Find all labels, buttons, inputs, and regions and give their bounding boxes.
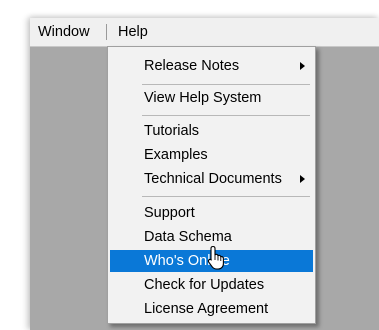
menu-item-view-help-system[interactable]: View Help System xyxy=(110,87,313,109)
menu-item-label: Examples xyxy=(144,147,208,163)
menu-item-tutorials[interactable]: Tutorials xyxy=(110,120,313,142)
menu-help[interactable]: Help xyxy=(113,22,154,42)
chevron-right-icon xyxy=(300,62,305,70)
menubar: Window Help xyxy=(30,18,379,47)
chevron-right-icon xyxy=(300,175,305,183)
menu-item-label: Check for Updates xyxy=(144,277,265,293)
menu-item-examples[interactable]: Examples xyxy=(110,144,313,166)
menu-item-label: Tutorials xyxy=(144,123,200,139)
menu-item-release-notes[interactable]: Release Notes xyxy=(110,55,313,77)
menu-item-label: Support xyxy=(144,205,195,221)
menu-item-support[interactable]: Support xyxy=(110,202,313,224)
menu-item-check-for-updates[interactable]: Check for Updates xyxy=(110,274,313,296)
menu-separator xyxy=(142,84,310,85)
application-window: Window Help Release Notes View Help Syst… xyxy=(30,18,379,330)
menu-item-technical-documents[interactable]: Technical Documents xyxy=(110,168,313,190)
help-dropdown-menu: Release Notes View Help System Tutorials… xyxy=(107,46,316,324)
menu-item-label: License Agreement xyxy=(144,301,269,317)
menu-item-label: Release Notes xyxy=(144,58,240,74)
menu-item-license-agreement[interactable]: License Agreement xyxy=(110,298,313,320)
menu-item-label: Technical Documents xyxy=(144,171,282,187)
mouse-pointer-hand-icon xyxy=(207,245,224,270)
menu-item-label: View Help System xyxy=(144,90,262,106)
menu-window[interactable]: Window xyxy=(38,22,90,42)
menubar-separator xyxy=(106,24,107,40)
menu-separator xyxy=(142,196,310,197)
menu-separator xyxy=(142,115,310,116)
